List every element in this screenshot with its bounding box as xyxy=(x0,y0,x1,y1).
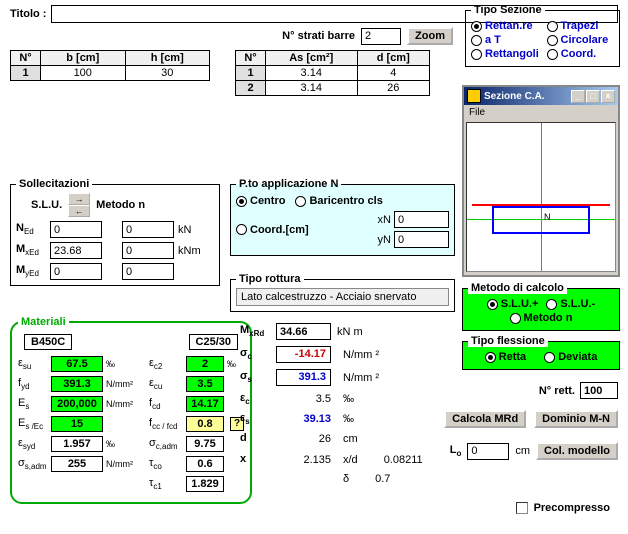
sezione-window: Sezione C.A. _ □ × File N xyxy=(462,85,620,277)
radio-rettan[interactable]: Rettan.re xyxy=(471,20,539,32)
minimize-button[interactable]: _ xyxy=(571,90,585,103)
myed-input[interactable] xyxy=(50,263,102,280)
radio-retta[interactable]: Retta xyxy=(485,351,527,363)
tipo-sezione-group: Tipo Sezione Rettan.re Trapezi a T Circo… xyxy=(465,4,620,67)
strati-input[interactable] xyxy=(361,28,401,45)
precompresso-label: Precompresso xyxy=(534,502,610,514)
radio-baricentro[interactable]: Baricentro cls xyxy=(295,195,382,207)
pto-group: P.to applicazione N Centro Baricentro cl… xyxy=(230,178,455,256)
window-icon xyxy=(467,89,481,103)
radio-coord[interactable]: Coord.[cm] xyxy=(236,224,309,236)
window-titlebar[interactable]: Sezione C.A. _ □ × xyxy=(464,87,618,105)
mxed-input2[interactable] xyxy=(122,242,174,259)
table-row: 13.144 xyxy=(236,66,430,81)
mat-value[interactable]: 2 xyxy=(186,356,224,372)
file-menu[interactable]: File xyxy=(464,105,618,120)
mat-value[interactable]: 0.6 xyxy=(186,456,224,472)
mxrd-value[interactable] xyxy=(276,323,331,340)
window-title: Sezione C.A. xyxy=(484,91,571,102)
table-row: 110030 xyxy=(11,66,210,81)
radio-slu-plus[interactable]: S.L.U.+ xyxy=(487,298,539,310)
unit-label: kNm xyxy=(178,245,201,257)
col-modello-button[interactable]: Col. modello xyxy=(536,442,618,460)
mat-value[interactable]: 255 xyxy=(51,456,103,472)
radio-deviata[interactable]: Deviata xyxy=(544,351,597,363)
ned-input2[interactable] xyxy=(122,221,174,238)
dominio-button[interactable]: Dominio M-N xyxy=(534,410,618,428)
tipo-fless-group: Tipo flessione Retta Deviata xyxy=(462,335,620,370)
mat-value[interactable]: 15 xyxy=(51,416,103,432)
metodo-calc-legend: Metodo di calcolo xyxy=(468,282,567,294)
arrow-right-button[interactable]: → xyxy=(68,193,90,205)
yn-input[interactable] xyxy=(394,231,449,248)
table-bh[interactable]: N°b [cm]h [cm] 110030 xyxy=(10,50,210,81)
tipo-rot-legend: Tipo rottura xyxy=(236,273,304,285)
radio-rettangoli[interactable]: Rettangoli xyxy=(471,48,539,60)
ned-input[interactable] xyxy=(50,221,102,238)
maximize-button[interactable]: □ xyxy=(586,90,600,103)
sollecitazioni-group: Sollecitazioni S.L.U. → ← Metodo n NEd k… xyxy=(10,178,220,286)
tipo-rot-text: Lato calcestruzzo - Acciaio snervato xyxy=(236,288,449,306)
section-canvas: N xyxy=(466,122,616,272)
radio-trapezi[interactable]: Trapezi xyxy=(547,20,615,32)
lo-input[interactable] xyxy=(467,443,509,460)
nrett-input[interactable] xyxy=(580,382,618,399)
table-row: 23.1426 xyxy=(236,81,430,96)
mat-value[interactable]: 200,000 xyxy=(51,396,103,412)
mat-value[interactable]: 1.957 xyxy=(51,436,103,452)
mat-value[interactable]: 1.829 xyxy=(186,476,224,492)
radio-circolare[interactable]: Circolare xyxy=(547,34,615,46)
xn-input[interactable] xyxy=(394,211,449,228)
strati-label: N° strati barre xyxy=(282,30,355,42)
tipo-rottura-group: Tipo rottura Lato calcestruzzo - Acciaio… xyxy=(230,273,455,312)
unit-label: kN xyxy=(178,224,191,236)
radio-metodo-n[interactable]: Metodo n xyxy=(510,312,573,324)
zoom-button[interactable]: Zoom xyxy=(407,27,453,45)
arrow-left-button[interactable]: ← xyxy=(68,205,90,217)
title-label: Titolo : xyxy=(10,8,46,20)
slu-label: S.L.U. xyxy=(31,199,62,211)
mat-value[interactable]: 14.17 xyxy=(186,396,224,412)
table-asd[interactable]: N°As [cm²]d [cm] 13.144 23.1426 xyxy=(235,50,430,96)
pto-legend: P.to applicazione N xyxy=(236,178,341,190)
mat-value[interactable]: 391.3 xyxy=(51,376,103,392)
mxed-input[interactable] xyxy=(50,242,102,259)
nrett-label: N° rett. xyxy=(539,385,575,397)
precompresso-checkbox[interactable] xyxy=(516,502,528,514)
tipo-fless-legend: Tipo flessione xyxy=(468,335,548,347)
tipo-sezione-legend: Tipo Sezione xyxy=(471,4,545,16)
n-label: N xyxy=(544,212,551,222)
mat-value[interactable]: 67.5 xyxy=(51,356,103,372)
radio-at[interactable]: a T xyxy=(471,34,539,46)
radio-centro[interactable]: Centro xyxy=(236,195,285,207)
mat-value[interactable]: 3.5 xyxy=(186,376,224,392)
radio-slu-minus[interactable]: S.L.U.- xyxy=(546,298,595,310)
close-button[interactable]: × xyxy=(601,90,615,103)
sollec-legend: Sollecitazioni xyxy=(16,178,92,190)
materiali-group: Materiali B450C C25/30 εsu67.5‰εc22‰fyd3… xyxy=(10,316,252,504)
calcola-button[interactable]: Calcola MRd xyxy=(444,410,526,428)
metodo-calc-group: Metodo di calcolo S.L.U.+ S.L.U.- Metodo… xyxy=(462,282,620,331)
mat-value[interactable]: 0.8 xyxy=(186,416,224,432)
radio-coord[interactable]: Coord. xyxy=(547,48,614,60)
results-area: MxRd kN m σc-14.17N/mm ²σs391.3N/mm ²εc3… xyxy=(240,320,460,488)
concrete-box[interactable]: C25/30 xyxy=(189,334,238,350)
steel-box[interactable]: B450C xyxy=(24,334,72,350)
metodo-label: Metodo n xyxy=(96,199,145,211)
materiali-legend: Materiali xyxy=(18,316,69,328)
mat-value[interactable]: 9.75 xyxy=(186,436,224,452)
myed-input2[interactable] xyxy=(122,263,174,280)
